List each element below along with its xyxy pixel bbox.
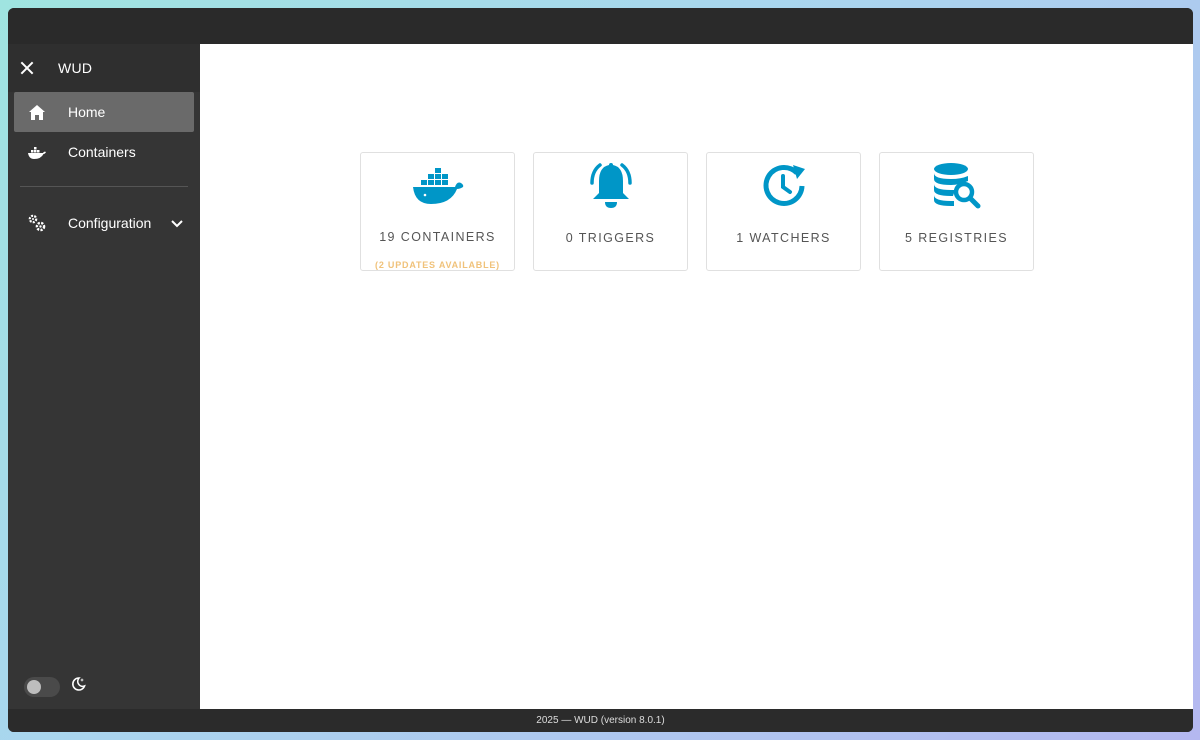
navigation-drawer: WUD Home Containers Configuration — [8, 44, 200, 709]
bell-icon — [583, 159, 639, 213]
clock-refresh-icon — [759, 159, 809, 213]
footer-text: 2025 — WUD (version 8.0.1) — [536, 715, 665, 726]
moon-icon — [70, 676, 86, 697]
top-bar — [8, 8, 1193, 44]
registries-count: 5 REGISTRIES — [905, 231, 1008, 245]
triggers-count: 0 TRIGGERS — [565, 231, 656, 245]
app-title: WUD — [58, 60, 93, 76]
close-icon[interactable] — [20, 61, 34, 75]
docker-whale-icon — [411, 159, 465, 212]
switch-knob — [27, 679, 41, 694]
drawer-header: WUD — [8, 44, 200, 92]
updates-available-label: (2 UPDATES AVAILABLE) — [375, 260, 500, 270]
chevron-down-icon[interactable] — [170, 216, 184, 230]
sidebar-item-label: Configuration — [68, 215, 152, 231]
database-search-icon — [931, 159, 983, 213]
sidebar-item-containers[interactable]: Containers — [14, 132, 194, 172]
card-triggers[interactable]: 0 TRIGGERS — [533, 152, 688, 271]
card-watchers[interactable]: 1 WATCHERS — [706, 152, 861, 271]
card-registries[interactable]: 5 REGISTRIES — [879, 152, 1034, 271]
gears-icon — [28, 214, 46, 232]
nav-list: Home Containers — [8, 92, 200, 172]
home-icon — [28, 103, 46, 121]
sidebar-item-home[interactable]: Home — [14, 92, 194, 132]
sidebar-item-configuration[interactable]: Configuration — [14, 203, 194, 243]
dark-mode-switch[interactable] — [24, 676, 60, 697]
main-content: 19 CONTAINERS (2 UPDATES AVAILABLE) 0 TR… — [200, 44, 1193, 709]
docker-icon — [28, 143, 46, 161]
app-window: WUD Home Containers Configuration 19 CON… — [8, 8, 1193, 732]
theme-toggle — [24, 676, 86, 697]
watchers-count: 1 WATCHERS — [736, 231, 831, 245]
nav-list-config: Configuration — [8, 203, 200, 243]
app-footer: 2025 — WUD (version 8.0.1) — [8, 709, 1193, 732]
card-containers[interactable]: 19 CONTAINERS (2 UPDATES AVAILABLE) — [360, 152, 515, 271]
sidebar-item-label: Containers — [68, 144, 136, 160]
divider — [20, 186, 188, 187]
containers-count: 19 CONTAINERS — [379, 230, 496, 244]
sidebar-item-label: Home — [68, 104, 106, 120]
summary-cards: 19 CONTAINERS (2 UPDATES AVAILABLE) 0 TR… — [360, 152, 1034, 271]
